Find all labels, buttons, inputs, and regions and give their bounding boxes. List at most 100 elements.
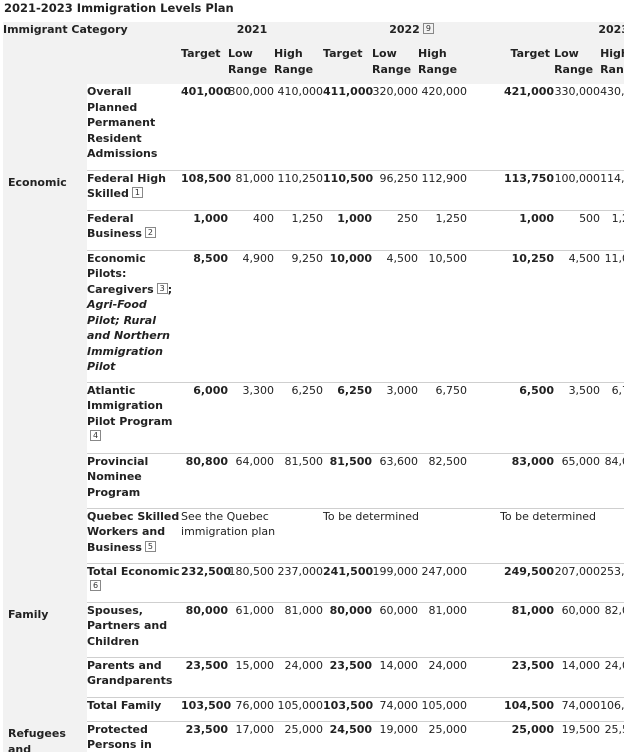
- header-year-2023: 20239: [500, 22, 624, 46]
- footnote-link[interactable]: 5: [144, 540, 157, 552]
- value-cell: 63,600: [372, 452, 419, 508]
- value-cell: 108,500: [181, 169, 231, 210]
- header-immigrant-category: Immigrant Category: [3, 22, 182, 84]
- footnote-link[interactable]: 1: [131, 187, 143, 198]
- value-cell: 106,000: [600, 696, 624, 721]
- value-cell: 82,000: [600, 601, 624, 657]
- value-cell: 9,250: [274, 249, 324, 382]
- value-cell: 25,000: [274, 720, 324, 752]
- value-cell: 82,500: [418, 452, 468, 508]
- table-row: Family Spouses, Partners and Children 80…: [3, 601, 624, 721]
- value-cell: 23,500: [323, 656, 373, 697]
- footnote-link[interactable]: 9: [422, 23, 434, 34]
- value-cell: 300,000: [228, 85, 275, 98]
- category-economic: Economic: [3, 170, 87, 602]
- row-name: Total Family: [87, 696, 182, 721]
- value-cell: 1,000: [323, 209, 373, 250]
- table-row: Economic Federal High Skilled 1 108,500 8…: [3, 169, 624, 602]
- table-row: Total Economic6 232,500 180,500 237,000 …: [3, 562, 624, 602]
- table-row: Federal Business 2 1,000 400 1,250 1,000 …: [3, 209, 624, 250]
- value-cell: 247,000: [418, 562, 468, 602]
- row-name: Overall Planned Permanent Resident Admis…: [87, 85, 158, 160]
- levels-plan-page: 2021-2023 Immigration Levels Plan Immigr…: [0, 0, 624, 752]
- value-cell: 6,000: [181, 381, 229, 453]
- value-cell: 14,000: [554, 656, 601, 697]
- table-row: Parents and Grandparents 23,500 15,000 2…: [3, 656, 624, 697]
- header-high-range: High Range: [600, 46, 624, 84]
- value-cell: 8,500: [181, 249, 229, 382]
- table-row: Overall Planned Permanent Resident Admis…: [3, 84, 624, 170]
- value-cell: 1,250: [274, 209, 324, 250]
- row-name: Protected Persons in: [87, 720, 182, 752]
- header-target: Target: [181, 46, 229, 84]
- footnote-link[interactable]: 6: [90, 580, 102, 591]
- value-cell: 420,000: [421, 85, 468, 98]
- value-cell: 10,250: [500, 249, 555, 382]
- value-cell: 104,500: [500, 696, 555, 721]
- quebec-2022-note: To be determined: [323, 507, 501, 563]
- value-cell: 1,250: [418, 209, 468, 250]
- row-name: Spouses, Partners and Children: [87, 601, 182, 657]
- value-cell: 81,500: [274, 452, 324, 508]
- value-cell: 411,000: [323, 85, 374, 98]
- levels-plan-table: Immigrant Category 2021 20229 20239 Targ…: [3, 22, 624, 752]
- value-cell: 17,000: [228, 720, 275, 752]
- value-cell: 207,000: [554, 562, 601, 602]
- value-cell: 237,000: [274, 562, 324, 602]
- value-cell: 14,000: [372, 656, 419, 697]
- value-cell: 96,250: [372, 169, 419, 210]
- value-cell: 241,500: [323, 562, 373, 602]
- value-cell: 330,000: [554, 85, 601, 98]
- value-cell: 23,500: [181, 720, 229, 752]
- value-cell: 105,000: [418, 696, 468, 721]
- footnote-link[interactable]: 2: [144, 227, 157, 238]
- header-high-range: High Range: [274, 46, 324, 84]
- value-cell: 80,800: [181, 452, 229, 508]
- header-low-range: Low Range: [228, 46, 275, 84]
- value-cell: 24,500: [323, 720, 373, 752]
- value-cell: 80,000: [323, 601, 373, 657]
- quebec-2023-note: To be determined: [500, 507, 624, 563]
- value-cell: 23,500: [181, 656, 229, 697]
- value-cell: 6,750: [418, 381, 468, 453]
- value-cell: 25,500: [600, 720, 624, 752]
- value-cell: 249,500: [500, 562, 555, 602]
- value-cell: 61,000: [228, 601, 275, 657]
- value-cell: 19,000: [372, 720, 419, 752]
- row-name: Economic Pilots: Caregivers 3; Agri-Food …: [87, 249, 182, 382]
- table-row: Quebec Skilled Workers and Business 5 See…: [3, 507, 624, 563]
- value-cell: 6,250: [274, 381, 324, 453]
- table-row: Refugees and Protected Protected Persons…: [3, 720, 624, 752]
- value-cell: 180,500: [228, 562, 275, 602]
- value-cell: 24,000: [274, 656, 324, 697]
- value-cell: 110,250: [274, 169, 324, 210]
- value-cell: 81,500: [323, 452, 373, 508]
- value-cell: 6,250: [323, 381, 373, 453]
- value-cell: 410,000: [277, 85, 324, 98]
- footnote-link[interactable]: 3: [156, 282, 168, 294]
- value-cell: 250: [372, 209, 419, 250]
- value-cell: 320,000: [372, 85, 419, 98]
- value-cell: 81,000: [274, 601, 324, 657]
- value-cell: 65,000: [554, 452, 601, 508]
- row-name: Quebec Skilled Workers and Business 5: [87, 507, 182, 563]
- footnote-link[interactable]: 4: [90, 430, 102, 441]
- table-row: Atlantic Immigration Pilot Program4 6,00…: [3, 381, 624, 453]
- header-year-2021: 2021: [181, 22, 324, 46]
- table-caption: 2021-2023 Immigration Levels Plan: [4, 1, 234, 15]
- value-cell: 10,500: [418, 249, 468, 382]
- value-cell: 3,500: [554, 381, 601, 453]
- value-cell: 232,500: [181, 562, 231, 602]
- row-name: Provincial Nominee Program: [87, 452, 182, 508]
- value-cell: 80,000: [181, 601, 229, 657]
- value-cell: 401,000: [181, 85, 232, 98]
- value-cell: 83,000: [500, 452, 555, 508]
- value-cell: 114,500: [600, 169, 624, 210]
- value-cell: 100,000: [554, 169, 601, 210]
- header-low-range: Low Range: [554, 46, 601, 84]
- value-cell: 19,500: [554, 720, 601, 752]
- value-cell: 3,300: [228, 381, 275, 453]
- header-low-range: Low Range: [372, 46, 419, 84]
- quebec-2021-note: See the Quebec immigration plan: [181, 507, 324, 563]
- value-cell: 11,000: [600, 249, 624, 382]
